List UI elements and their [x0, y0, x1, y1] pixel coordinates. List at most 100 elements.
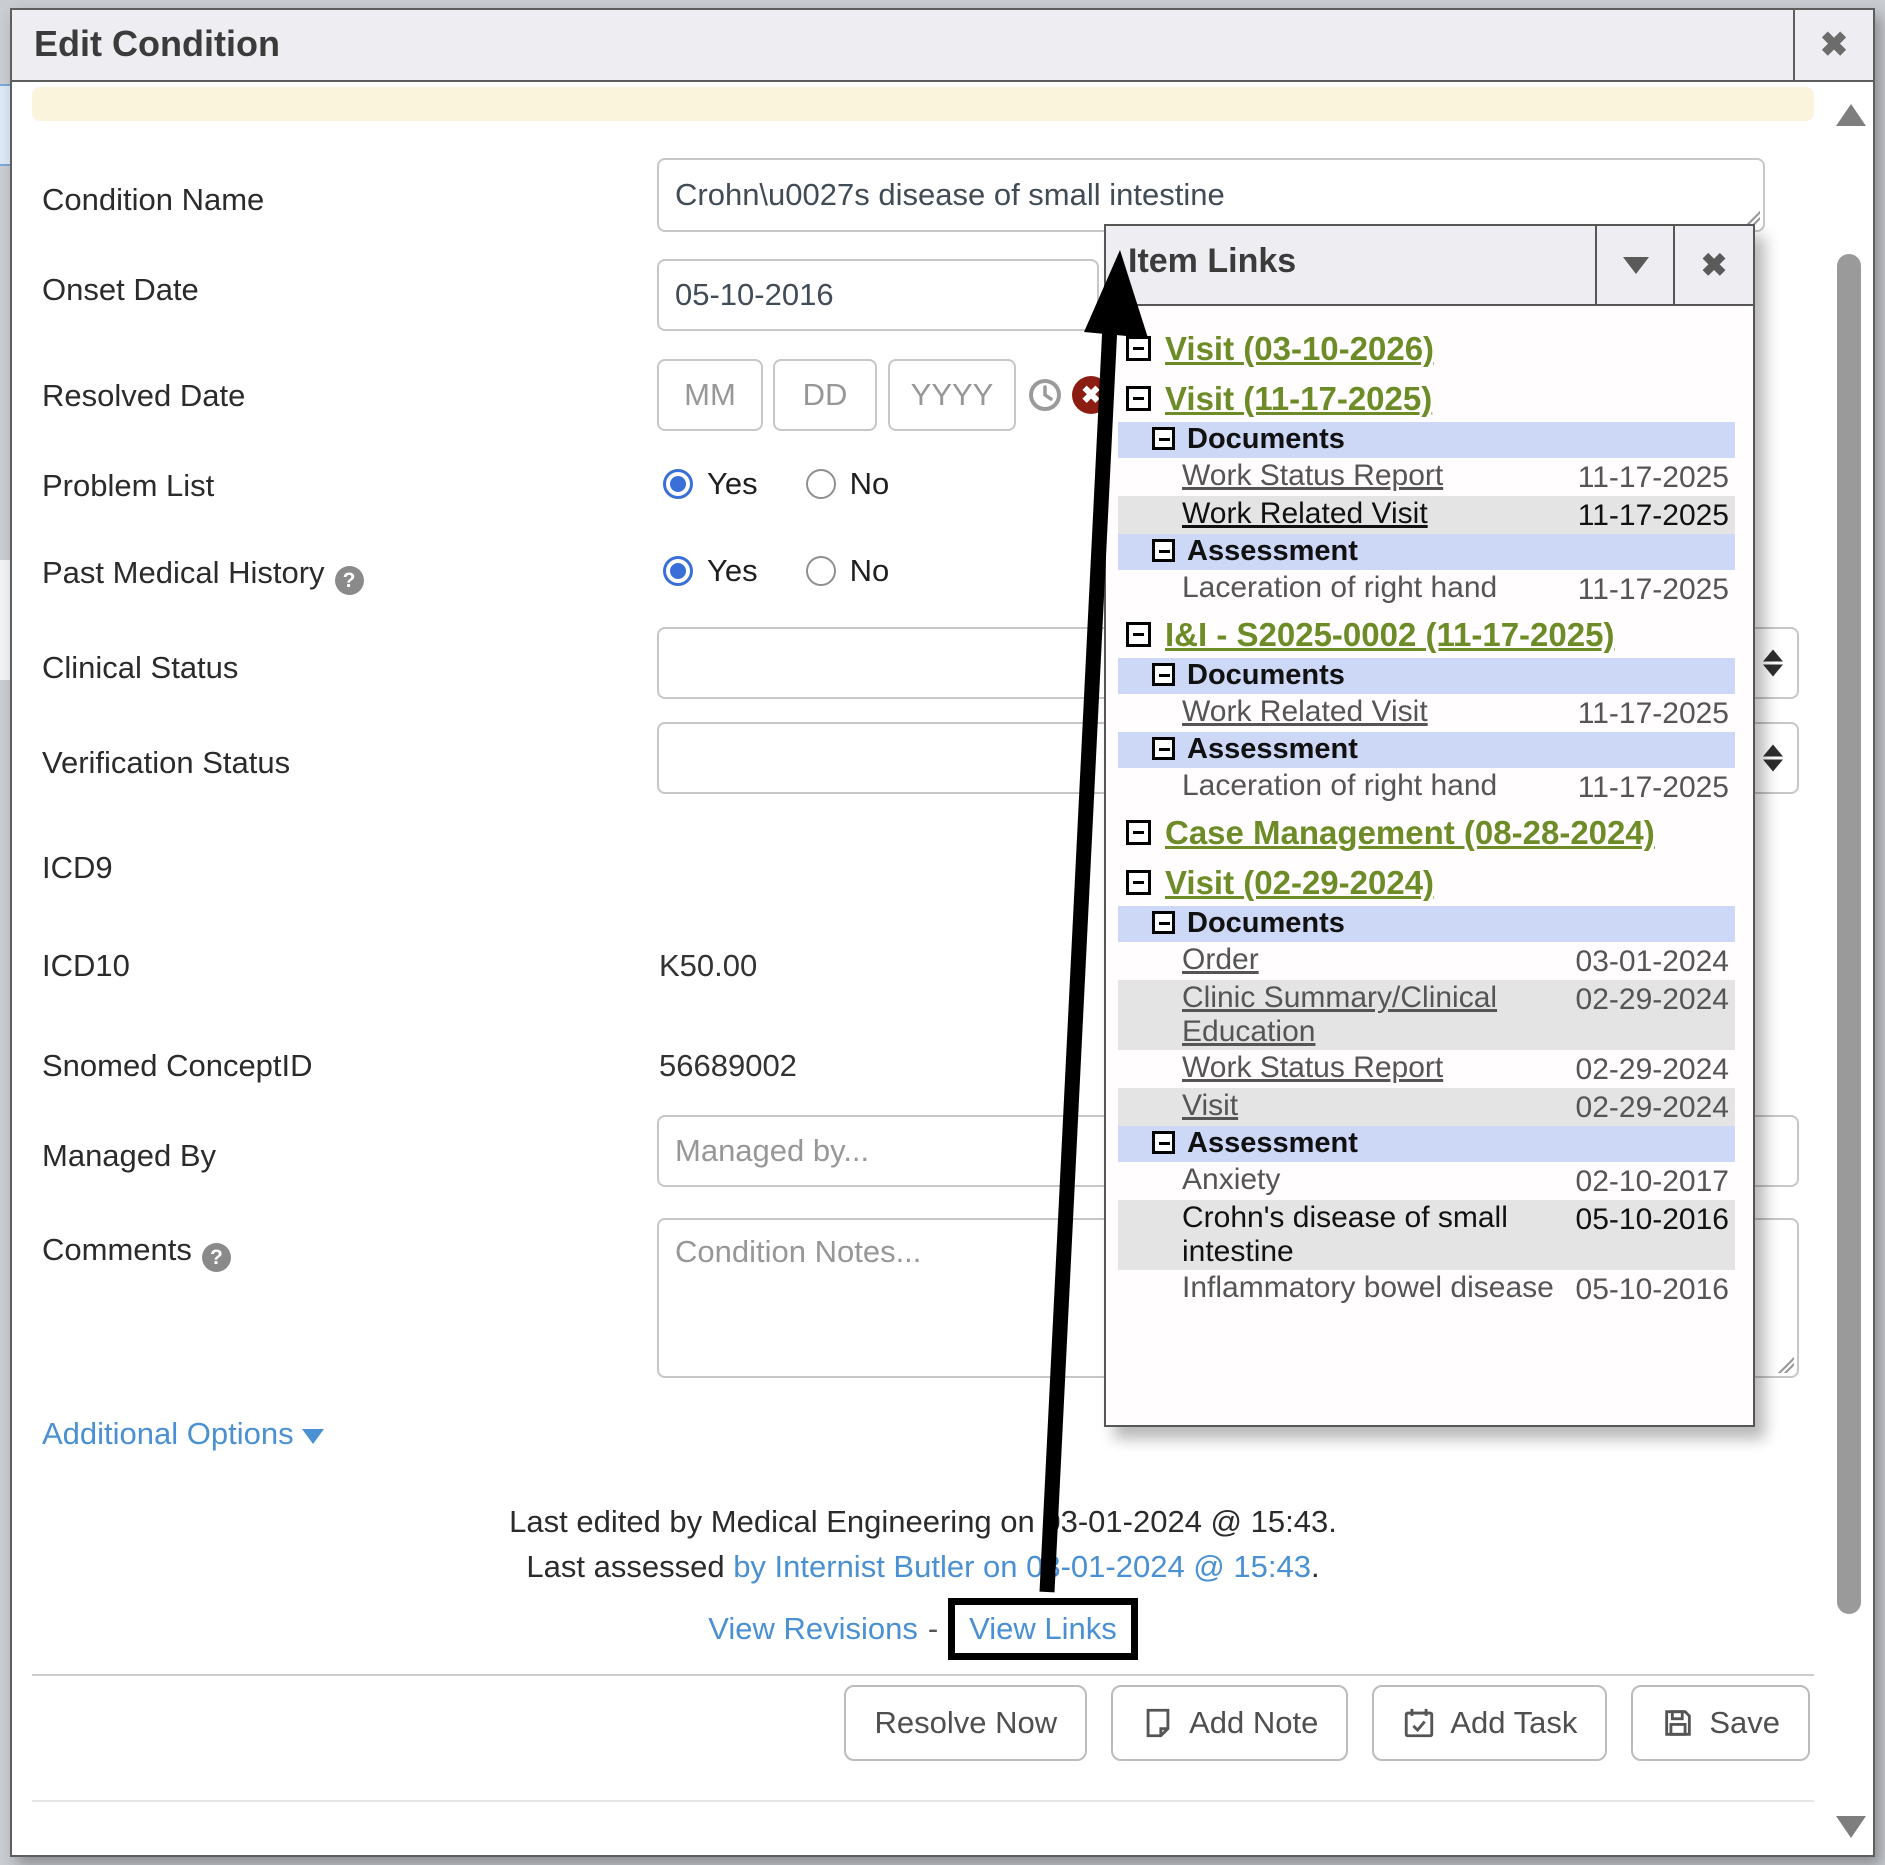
last-assessed-link[interactable]: by Internist Butler on 03-01-2024 @ 15:4…: [733, 1549, 1311, 1584]
item-date: 02-10-2017: [1576, 1163, 1729, 1199]
modal-scrollbar[interactable]: [1833, 84, 1867, 1852]
calendar-check-icon: [1402, 1706, 1436, 1740]
collapse-minus-icon[interactable]: [1152, 911, 1175, 934]
item-links-panel: Item Links ✖ Visit (03-10-2026) Visit (11…: [1104, 224, 1755, 1427]
item-group-link[interactable]: Visit (11-17-2025): [1165, 380, 1432, 418]
view-links-annotation-box: View Links: [948, 1598, 1138, 1660]
item-date: 05-10-2016: [1576, 1201, 1729, 1237]
select-stepper-icon[interactable]: [1763, 745, 1783, 772]
collapse-minus-icon[interactable]: [1152, 427, 1175, 450]
save-button[interactable]: Save: [1631, 1685, 1810, 1761]
help-icon[interactable]: ?: [335, 566, 364, 595]
item-links-row-section: Documents: [1118, 658, 1735, 694]
collapse-minus-icon[interactable]: [1126, 622, 1151, 647]
item-links-row-leaf: Laceration of right hand11-17-2025: [1118, 768, 1735, 806]
resolved-month-input[interactable]: MM: [657, 359, 763, 431]
problem-list-yes-radio[interactable]: Yes: [663, 466, 758, 502]
item-links-row-section: Assessment: [1118, 732, 1735, 768]
problem-list-no-radio[interactable]: No: [806, 466, 890, 502]
item-leaf-label[interactable]: Clinic Summary/Clinical Education: [1182, 981, 1557, 1049]
collapse-minus-icon[interactable]: [1152, 737, 1175, 760]
collapse-minus-icon[interactable]: [1126, 820, 1151, 845]
day-placeholder: DD: [803, 377, 848, 413]
item-group-link[interactable]: Case Management (08-28-2024): [1165, 814, 1655, 852]
collapse-minus-icon[interactable]: [1126, 870, 1151, 895]
item-links-row-group: Visit (02-29-2024): [1118, 862, 1735, 906]
resolved-year-input[interactable]: YYYY: [888, 359, 1016, 431]
scrollbar-thumb[interactable]: [1837, 254, 1861, 1614]
condition-name-value: Crohn\u0027s disease of small intestine: [675, 177, 1225, 213]
clock-icon[interactable]: [1028, 378, 1062, 412]
add-task-button[interactable]: Add Task: [1372, 1685, 1607, 1761]
item-date: 11-17-2025: [1578, 497, 1729, 533]
button-label: Add Task: [1450, 1705, 1577, 1741]
item-leaf-label[interactable]: Work Status Report: [1182, 1051, 1443, 1085]
revision-links-row: View Revisions - View Links: [32, 1598, 1814, 1660]
item-leaf-label: Crohn's disease of small intestine: [1182, 1201, 1557, 1269]
past-medical-history-no-radio[interactable]: No: [806, 553, 890, 589]
collapse-minus-icon[interactable]: [1152, 663, 1175, 686]
item-links-header[interactable]: Item Links ✖: [1106, 226, 1753, 306]
item-leaf-label[interactable]: Work Related Visit: [1182, 497, 1428, 531]
item-group-link[interactable]: Visit (02-29-2024): [1165, 864, 1434, 902]
item-date: 11-17-2025: [1578, 769, 1729, 805]
button-label: Add Note: [1189, 1705, 1318, 1741]
additional-options-toggle[interactable]: Additional Options: [42, 1416, 324, 1452]
item-leaf-label[interactable]: Work Related Visit: [1182, 695, 1428, 729]
collapse-minus-icon[interactable]: [1152, 1131, 1175, 1154]
item-section-label: Assessment: [1187, 1127, 1358, 1160]
save-icon: [1661, 1706, 1695, 1740]
collapse-minus-icon[interactable]: [1152, 539, 1175, 562]
item-links-row-leaf: Work Status Report11-17-2025: [1118, 458, 1735, 496]
item-leaf-label: Anxiety: [1182, 1163, 1280, 1197]
resolve-now-button[interactable]: Resolve Now: [844, 1685, 1087, 1761]
help-icon[interactable]: ?: [202, 1243, 231, 1272]
item-links-row-leaf: Crohn's disease of small intestine 05-10-…: [1118, 1200, 1735, 1270]
past-medical-history-yes-radio[interactable]: Yes: [663, 553, 758, 589]
item-group-link[interactable]: I&I - S2025-0002 (11-17-2025): [1165, 616, 1614, 654]
modal-title: Edit Condition: [34, 23, 280, 65]
onset-date-value: 05-10-2016: [675, 277, 834, 313]
managed-by-placeholder: Managed by...: [675, 1133, 869, 1169]
item-section-label: Assessment: [1187, 535, 1358, 568]
item-links-row-group: Visit (11-17-2025): [1118, 378, 1735, 422]
item-date: 02-29-2024: [1576, 1089, 1729, 1125]
past-medical-history-radios: Yes No: [663, 553, 889, 589]
select-stepper-icon[interactable]: [1763, 650, 1783, 677]
item-section-label: Documents: [1187, 907, 1345, 940]
item-section-label: Documents: [1187, 659, 1345, 692]
item-links-row-leaf: Work Related Visit 11-17-2025: [1118, 496, 1735, 534]
item-date: 11-17-2025: [1578, 695, 1729, 731]
icd10-label: ICD10: [42, 948, 130, 984]
scroll-down-arrow-icon[interactable]: [1836, 1816, 1866, 1838]
collapse-minus-icon[interactable]: [1126, 336, 1151, 361]
modal-close-button[interactable]: ✖: [1795, 10, 1873, 80]
button-label: Resolve Now: [874, 1705, 1057, 1741]
scroll-up-arrow-icon[interactable]: [1836, 104, 1866, 126]
collapse-minus-icon[interactable]: [1126, 386, 1151, 411]
comments-placeholder: Condition Notes...: [675, 1234, 921, 1270]
footer-divider: [32, 1674, 1814, 1676]
backdrop-fragment: [0, 84, 10, 166]
add-note-button[interactable]: Add Note: [1111, 1685, 1348, 1761]
problem-list-label: Problem List: [42, 468, 214, 504]
resolved-day-input[interactable]: DD: [773, 359, 877, 431]
item-leaf-label[interactable]: Work Status Report: [1182, 459, 1443, 493]
onset-date-input[interactable]: 05-10-2016: [657, 259, 1099, 331]
item-section-label: Documents: [1187, 423, 1345, 456]
onset-date-label: Onset Date: [42, 272, 199, 308]
condition-name-input[interactable]: Crohn\u0027s disease of small intestine: [657, 158, 1765, 232]
panel-close-button[interactable]: ✖: [1673, 226, 1753, 304]
year-placeholder: YYYY: [911, 377, 994, 413]
item-group-link[interactable]: Visit (03-10-2026): [1165, 330, 1434, 368]
item-links-row-leaf: Order03-01-2024: [1118, 942, 1735, 980]
item-leaf-label[interactable]: Order: [1182, 943, 1259, 977]
item-links-row-group: Case Management (08-28-2024): [1118, 812, 1735, 856]
item-links-row-leaf: Work Related Visit 11-17-2025: [1118, 694, 1735, 732]
view-revisions-link[interactable]: View Revisions: [708, 1611, 918, 1647]
triangle-down-icon: [1623, 257, 1649, 274]
view-links-link[interactable]: View Links: [969, 1611, 1117, 1646]
resize-grip-icon[interactable]: [1776, 1355, 1794, 1373]
item-leaf-label[interactable]: Visit: [1182, 1089, 1238, 1123]
panel-minimize-button[interactable]: [1595, 226, 1675, 304]
